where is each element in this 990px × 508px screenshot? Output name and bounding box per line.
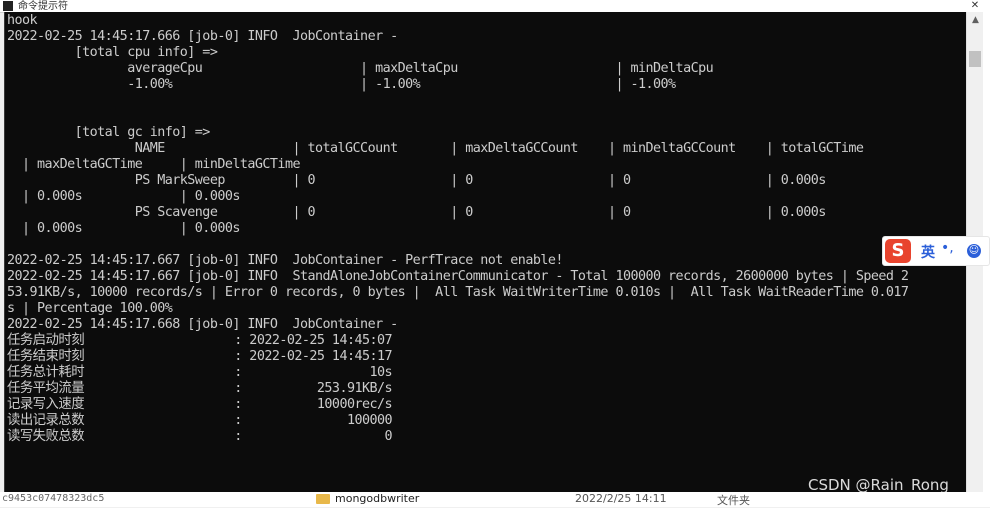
- folder-type: 文件夹: [717, 494, 750, 507]
- console-app-icon: [3, 1, 13, 11]
- folder-name[interactable]: mongodbwriter: [335, 492, 419, 505]
- console-line: 2022-02-25 14:45:17.666 [job-0] INFO Job…: [7, 29, 398, 44]
- window-title: 命令提示符: [18, 1, 68, 12]
- emoji-icon[interactable]: ☺: [967, 244, 981, 258]
- console-line: 2022-02-25 14:45:17.667 [job-0] INFO Job…: [7, 253, 563, 268]
- close-icon[interactable]: ✕: [964, 0, 986, 12]
- console-line: PS Scavenge | 0 | 0 | 0 | 0.000s: [7, 205, 827, 220]
- explorer-file-row[interactable]: c9453c07478323dc5 mongodbwriter 2022/2/2…: [0, 492, 990, 507]
- console-line: averageCpu | maxDeltaCpu | minDeltaCpu: [7, 61, 714, 76]
- console-line: 任务平均流量 : 253.91KB/s: [7, 381, 393, 396]
- console-line: 读写失败总数 : 0: [7, 429, 393, 444]
- console-line: 任务结束时刻 : 2022-02-25 14:45:17: [7, 349, 393, 364]
- console-line: hook: [7, 13, 38, 28]
- console-line: -1.00% | -1.00% | -1.00%: [7, 77, 676, 92]
- console-line: 2022-02-25 14:45:17.667 [job-0] INFO Sta…: [7, 269, 909, 284]
- sogou-ime-logo-icon[interactable]: S: [885, 239, 911, 263]
- console-line: 53.91KB/s, 10000 records/s | Error 0 rec…: [7, 285, 909, 300]
- explorer-left-fragment: c9453c07478323dc5: [2, 493, 105, 504]
- console-line: NAME | totalGCCount | maxDeltaGCCount | …: [7, 141, 864, 156]
- console-line: [total cpu info] =>: [7, 45, 218, 60]
- console-line: 读出记录总数 : 100000: [7, 413, 393, 428]
- console-line: 任务总计耗时 : 10s: [7, 365, 393, 380]
- ime-language-toggle[interactable]: 英: [921, 242, 935, 262]
- console-text: hook 2022-02-25 14:45:17.666 [job-0] INFO…: [7, 13, 909, 492]
- console-line: 记录写入速度 : 10000rec/s: [7, 397, 393, 412]
- console-line: s | Percentage 100.00%: [7, 301, 173, 316]
- console-line: 任务启动时刻 : 2022-02-25 14:45:07: [7, 333, 393, 348]
- ime-punctuation-toggle[interactable]: •,: [941, 240, 954, 256]
- console-line: PS MarkSweep | 0 | 0 | 0 | 0.000s: [7, 173, 827, 188]
- folder-modified-date: 2022/2/25 14:11: [575, 492, 667, 505]
- scroll-up-icon[interactable]: ▲: [967, 12, 984, 29]
- ime-toolbar[interactable]: S 英 •, ☺: [882, 236, 990, 266]
- console-output-area[interactable]: hook 2022-02-25 14:45:17.666 [job-0] INFO…: [4, 12, 967, 492]
- folder-icon: [316, 494, 330, 504]
- scrollbar-thumb[interactable]: [969, 51, 981, 67]
- console-line: | 0.000s | 0.000s: [7, 221, 240, 236]
- console-line: 2022-02-25 14:45:17.668 [job-0] INFO Job…: [7, 317, 398, 332]
- console-line: | maxDeltaGCTime | minDeltaGCTime: [7, 157, 301, 172]
- console-line: [total gc info] =>: [7, 125, 211, 140]
- console-line: | 0.000s | 0.000s: [7, 189, 240, 204]
- csdn-watermark: CSDN @Rain_Rong: [808, 476, 949, 494]
